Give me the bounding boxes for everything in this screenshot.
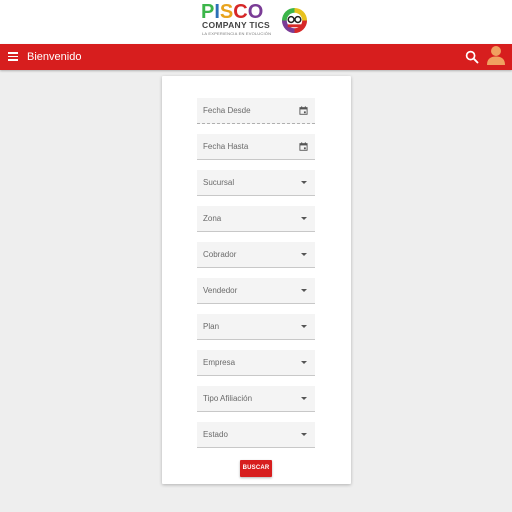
company-logo: PISCO COMPANY TICS LA EXPERIENCIA EN EVO… xyxy=(201,1,313,41)
colombia-badge-icon xyxy=(281,7,308,34)
field-label: Zona xyxy=(203,214,222,223)
dropdown-caret-icon xyxy=(301,181,307,184)
logo-letter: O xyxy=(247,1,264,23)
user-avatar-icon[interactable] xyxy=(487,45,505,65)
estado-select[interactable]: Estado xyxy=(197,422,315,448)
dropdown-caret-icon xyxy=(301,433,307,436)
logo-letter: C xyxy=(233,1,248,23)
field-label: Fecha Hasta xyxy=(203,142,249,151)
empresa-select[interactable]: Empresa xyxy=(197,350,315,376)
field-label: Fecha Desde xyxy=(203,106,251,115)
vendedor-select[interactable]: Vendedor xyxy=(197,278,315,304)
logo-company-line: COMPANY TICS xyxy=(202,20,270,30)
zona-select[interactable]: Zona xyxy=(197,206,315,232)
filter-form-card: Fecha Desde Fecha Hasta Sucursal Zona Co… xyxy=(162,76,351,484)
logo-wordmark: PISCO xyxy=(201,1,264,23)
menu-icon[interactable] xyxy=(8,52,18,61)
dropdown-caret-icon xyxy=(301,217,307,220)
dropdown-caret-icon xyxy=(301,397,307,400)
search-icon[interactable] xyxy=(465,50,479,64)
logo-letter: S xyxy=(219,1,234,23)
field-label: Plan xyxy=(203,322,220,331)
calendar-icon[interactable] xyxy=(299,142,308,151)
plan-select[interactable]: Plan xyxy=(197,314,315,340)
tipo-afiliacion-select[interactable]: Tipo Afiliación xyxy=(197,386,315,412)
sucursal-select[interactable]: Sucursal xyxy=(197,170,315,196)
dropdown-caret-icon xyxy=(301,289,307,292)
search-button[interactable]: BUSCAR xyxy=(240,460,272,477)
field-label: Vendedor xyxy=(203,286,238,295)
field-label: Cobrador xyxy=(203,250,237,259)
page-title: Bienvenido xyxy=(27,51,82,63)
logo-letter: P xyxy=(201,1,215,23)
field-label: Tipo Afiliación xyxy=(203,394,253,403)
date-from-field[interactable]: Fecha Desde xyxy=(197,98,315,124)
field-label: Estado xyxy=(203,430,228,439)
app-bar: Bienvenido xyxy=(0,44,512,70)
dropdown-caret-icon xyxy=(301,361,307,364)
cobrador-select[interactable]: Cobrador xyxy=(197,242,315,268)
field-label: Sucursal xyxy=(203,178,235,187)
date-to-field[interactable]: Fecha Hasta xyxy=(197,134,315,160)
dropdown-caret-icon xyxy=(301,253,307,256)
dropdown-caret-icon xyxy=(301,325,307,328)
field-label: Empresa xyxy=(203,358,236,367)
calendar-icon[interactable] xyxy=(299,106,308,115)
logo-tagline: LA EXPERIENCIA EN EVOLUCIÓN xyxy=(202,31,272,36)
logo-header: PISCO COMPANY TICS LA EXPERIENCIA EN EVO… xyxy=(0,0,512,44)
